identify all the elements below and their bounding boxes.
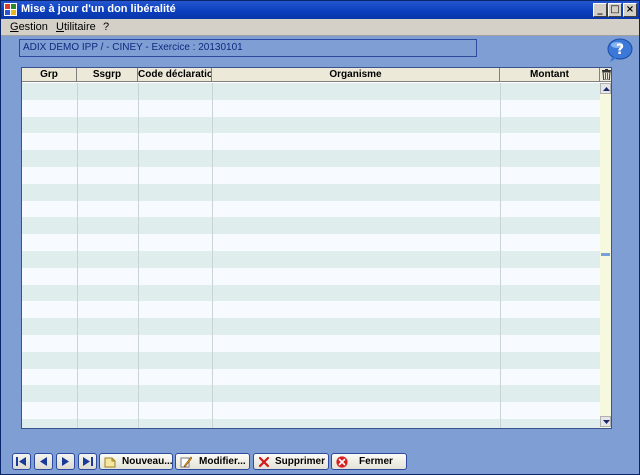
bottom-toolbar: Nouveau... Modifier... Supprimer Fermer xyxy=(1,450,639,474)
edit-pencil-icon xyxy=(180,456,192,468)
new-button[interactable]: Nouveau... xyxy=(99,453,173,470)
table-row[interactable] xyxy=(22,217,600,235)
table-row[interactable] xyxy=(22,351,600,369)
title-bar[interactable]: Mise à jour d'un don libéralité _ □ × xyxy=(1,1,639,19)
arrow-up-icon xyxy=(603,87,610,91)
close-button-label: Fermer xyxy=(359,456,393,467)
table-row[interactable] xyxy=(22,368,600,386)
delete-button-label: Supprimer xyxy=(275,456,326,467)
column-header-code-declaration[interactable]: Code déclaration xyxy=(138,68,212,82)
table-row[interactable] xyxy=(22,418,600,428)
column-divider xyxy=(138,83,139,428)
modify-button[interactable]: Modifier... xyxy=(175,453,250,470)
menu-gestion[interactable]: Gestion xyxy=(10,21,48,33)
menu-help[interactable]: ? xyxy=(103,21,109,33)
context-info: ADIX DEMO IPP / - CINEY - Exercice : 201… xyxy=(19,39,477,57)
table-row[interactable] xyxy=(22,133,600,151)
grid-body[interactable] xyxy=(22,83,600,428)
new-document-icon xyxy=(104,457,116,468)
grid-header: Grp Ssgrp Code déclaration Organisme Mon… xyxy=(22,68,611,82)
data-grid[interactable]: Grp Ssgrp Code déclaration Organisme Mon… xyxy=(21,67,612,429)
minimize-button[interactable]: _ xyxy=(593,3,607,17)
delete-x-icon xyxy=(258,456,270,468)
modify-button-label: Modifier... xyxy=(199,456,246,467)
window-title: Mise à jour d'un don libéralité xyxy=(21,3,176,15)
column-divider xyxy=(77,83,78,428)
table-row[interactable] xyxy=(22,166,600,184)
column-header-organisme[interactable]: Organisme xyxy=(212,68,500,82)
previous-record-icon xyxy=(40,457,47,466)
svg-text:?: ? xyxy=(616,42,624,58)
last-record-button[interactable] xyxy=(78,453,97,470)
table-row[interactable] xyxy=(22,116,600,134)
table-row[interactable] xyxy=(22,250,600,268)
menu-utilitaire[interactable]: Utilitaire xyxy=(56,21,96,33)
table-row[interactable] xyxy=(22,267,600,285)
arrow-down-icon xyxy=(603,420,610,424)
table-row[interactable] xyxy=(22,200,600,218)
scroll-down-button[interactable] xyxy=(600,416,611,427)
table-row[interactable] xyxy=(22,183,600,201)
next-record-icon xyxy=(62,457,69,466)
column-divider xyxy=(212,83,213,428)
main-window: Mise à jour d'un don libéralité _ □ × Ge… xyxy=(0,0,640,475)
next-record-button[interactable] xyxy=(56,453,75,470)
trash-icon[interactable] xyxy=(602,69,611,80)
maximize-button[interactable]: □ xyxy=(608,3,622,17)
column-header-ssgrp[interactable]: Ssgrp xyxy=(77,68,138,82)
column-header-montant[interactable]: Montant xyxy=(500,68,600,82)
close-window-button[interactable]: × xyxy=(623,3,637,17)
table-row[interactable] xyxy=(22,234,600,251)
first-record-icon xyxy=(16,457,26,466)
scroll-up-button[interactable] xyxy=(600,83,611,94)
table-row[interactable] xyxy=(22,83,600,100)
table-row[interactable] xyxy=(22,318,600,335)
help-icon[interactable]: ? xyxy=(606,37,634,63)
table-row[interactable] xyxy=(22,334,600,352)
menu-bar: Gestion Utilitaire ? xyxy=(1,19,639,36)
vertical-scrollbar[interactable] xyxy=(600,83,611,428)
column-header-grp[interactable]: Grp xyxy=(22,68,77,82)
delete-button[interactable]: Supprimer xyxy=(253,453,329,470)
previous-record-button[interactable] xyxy=(34,453,53,470)
column-divider xyxy=(500,83,501,428)
app-icon xyxy=(4,3,17,16)
table-row[interactable] xyxy=(22,99,600,117)
last-record-icon xyxy=(83,457,93,466)
table-row[interactable] xyxy=(22,385,600,403)
table-row[interactable] xyxy=(22,284,600,302)
close-circle-icon xyxy=(336,456,348,468)
first-record-button[interactable] xyxy=(12,453,31,470)
table-row[interactable] xyxy=(22,402,600,419)
table-row[interactable] xyxy=(22,150,600,167)
scroll-thumb[interactable] xyxy=(601,253,610,256)
close-button[interactable]: Fermer xyxy=(331,453,407,470)
new-button-label: Nouveau... xyxy=(122,456,173,467)
table-row[interactable] xyxy=(22,301,600,319)
